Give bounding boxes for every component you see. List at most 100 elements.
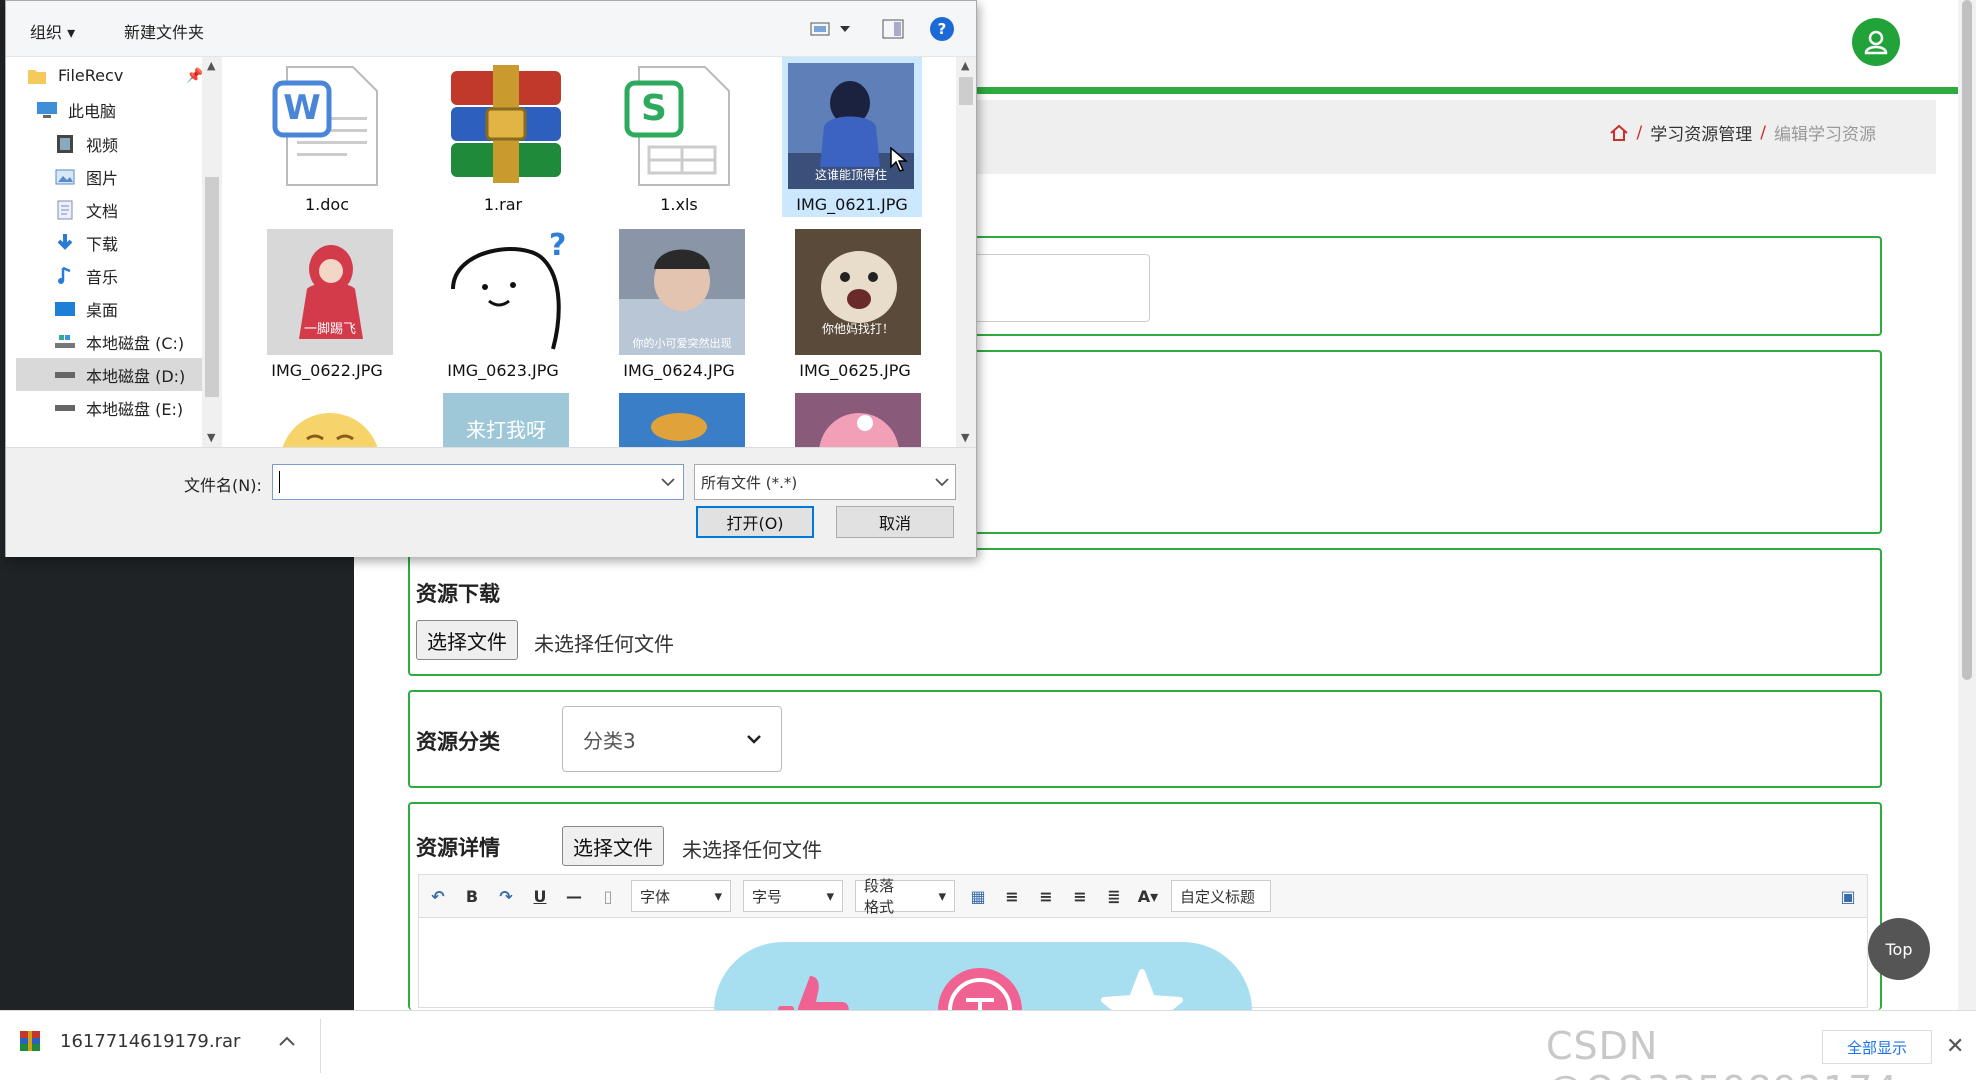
thumbnail-caption: 这谁能顶得住 [815,167,887,182]
redo-icon[interactable]: ↷ [495,885,517,907]
page-scrollbar-thumb[interactable] [1962,0,1972,680]
custom-title-combo[interactable]: 自定义标题 [1171,880,1271,912]
user-avatar-button[interactable] [1852,18,1900,66]
new-folder-button[interactable]: 新建文件夹 [124,19,204,43]
scroll-up-icon[interactable]: ▲ [961,59,969,72]
breadcrumb-section[interactable]: 学习资源管理 [1650,120,1752,145]
preview-pane-icon[interactable] [882,19,904,39]
file-item[interactable]: 来打我呀 [428,387,569,447]
user-icon [1864,30,1888,55]
help-icon[interactable]: ? [930,17,954,41]
divider [320,1019,321,1073]
download-icon [54,233,76,253]
page-scrollbar[interactable] [1958,0,1976,1010]
scroll-down-icon[interactable]: ▼ [961,431,969,444]
align-justify-icon[interactable]: ≣ [1103,885,1125,907]
svg-text:?: ? [549,229,566,263]
page-icon[interactable]: ▯ [597,885,619,907]
open-button[interactable]: 打开(O) [696,506,814,538]
horizontal-rule-icon[interactable]: — [563,885,585,907]
custom-title-label: 自定义标题 [1180,887,1256,906]
cancel-button[interactable]: 取消 [836,506,954,538]
file-item[interactable]: 你的小可爱突然出现 IMG_0624.JPG [604,223,745,383]
table-icon[interactable]: ▦ [967,885,989,907]
nav-item-label: 此电脑 [68,101,117,121]
editor-toolbar: ↶ B ↷ U — ▯ 字体 ▾ 字号 ▾ 段落格式 ▾ ▦ ≡ ≡ ≡ ≣ A▾ 自… [418,874,1868,918]
download-item[interactable]: 1617714619179.rar [18,1029,296,1053]
svg-text:W: W [283,88,321,128]
nav-item-label: FileRecv [58,66,124,85]
file-item[interactable] [604,387,745,447]
file-item[interactable]: 这谁能顶得住 IMG_0621.JPG [782,57,922,217]
file-scrollbar[interactable]: ▲ ▼ [956,57,976,447]
detail-label: 资源详情 [416,836,500,860]
pin-icon[interactable]: 📌 [186,68,203,84]
breadcrumb-separator: / [1760,122,1766,143]
image-thumbnail: 一脚踢飞 [267,229,393,355]
nav-item-label: 文档 [86,201,119,221]
download-panel: 资源下载 选择文件 未选择任何文件 [408,548,1882,676]
file-item[interactable]: S 1.xls [604,57,744,217]
scroll-down-icon[interactable]: ▼ [207,431,215,444]
chevron-down-icon[interactable] [661,477,675,487]
filename-label: 文件名(N): [184,476,262,495]
file-item[interactable]: 1.rar [428,57,568,217]
nav-item-filerecv[interactable]: FileRecv 📌 [26,59,222,92]
file-item[interactable]: W 1.doc [252,57,392,217]
image-thumbnail: 你的小可爱突然出现 [619,229,745,355]
file-name: IMG_0625.JPG [799,361,911,380]
close-icon[interactable]: ✕ [1946,1034,1964,1059]
organize-button[interactable]: 组织 ▾ [30,19,75,43]
font-combo[interactable]: 字体 ▾ [631,880,731,912]
document-icon [54,200,76,220]
detail-file-button[interactable]: 选择文件 [562,826,664,866]
detail-file-status: 未选择任何文件 [682,838,822,862]
download-file-button[interactable]: 选择文件 [416,620,518,660]
nav-item-label: 图片 [86,168,119,188]
drive-icon [54,332,76,352]
nav-item-drive-d[interactable]: 本地磁盘 (D:) [16,358,202,391]
title-input[interactable] [950,254,1150,322]
file-item[interactable]: 一脚踢飞 IMG_0622.JPG [252,223,393,383]
category-value: 分类3 [583,728,636,753]
align-center-icon[interactable]: ≡ [1069,885,1091,907]
view-options-icon[interactable] [810,21,854,37]
home-icon[interactable] [1609,123,1629,143]
size-combo[interactable]: 字号 ▾ [743,880,843,912]
bold-icon[interactable]: B [461,885,483,907]
paragraph-combo[interactable]: 段落格式 ▾ [855,877,955,916]
underline-icon[interactable]: U [529,885,551,907]
align-left-icon[interactable]: ≡ [1001,885,1023,907]
drive-icon [54,365,76,385]
thumbnail-caption: 一脚踢飞 [304,321,356,337]
back-to-top-button[interactable]: Top [1868,918,1930,980]
mouse-cursor-icon [890,147,908,172]
image-thumbnail [795,393,921,447]
chevron-up-icon[interactable] [278,1035,296,1047]
nav-scrollbar[interactable]: ▲ ▼ [202,57,222,447]
nav-scrollbar-thumb[interactable] [205,177,219,397]
font-color-icon[interactable]: A▾ [1137,885,1159,907]
category-select[interactable]: 分类3 [562,706,782,772]
file-item[interactable] [252,387,393,447]
winrar-icon [20,1031,40,1051]
file-scrollbar-thumb[interactable] [959,77,973,105]
undo-icon[interactable]: ↶ [427,885,449,907]
file-name: 1.xls [660,195,698,214]
file-item[interactable]: 你他妈找打！ IMG_0625.JPG [780,223,921,383]
align-right-icon[interactable]: ≡ [1035,885,1057,907]
fullscreen-icon[interactable]: ▣ [1837,885,1859,907]
category-panel: 资源分类 分类3 [408,690,1882,788]
image-thumbnail: 你他妈找打！ [795,229,921,355]
nav-item-label: 桌面 [86,300,119,320]
download-file-status: 未选择任何文件 [534,632,674,656]
file-item[interactable] [780,387,921,447]
file-item[interactable]: ? IMG_0623.JPG [428,223,569,383]
file-type-select[interactable]: 所有文件 (*.*) [694,464,956,500]
drive-icon [54,398,76,418]
computer-icon [36,100,58,120]
thumbnail-caption: 来打我呀 [466,418,546,442]
scroll-up-icon[interactable]: ▲ [207,59,215,72]
filename-input[interactable] [272,464,684,500]
show-all-button[interactable]: 全部显示 [1822,1030,1932,1064]
